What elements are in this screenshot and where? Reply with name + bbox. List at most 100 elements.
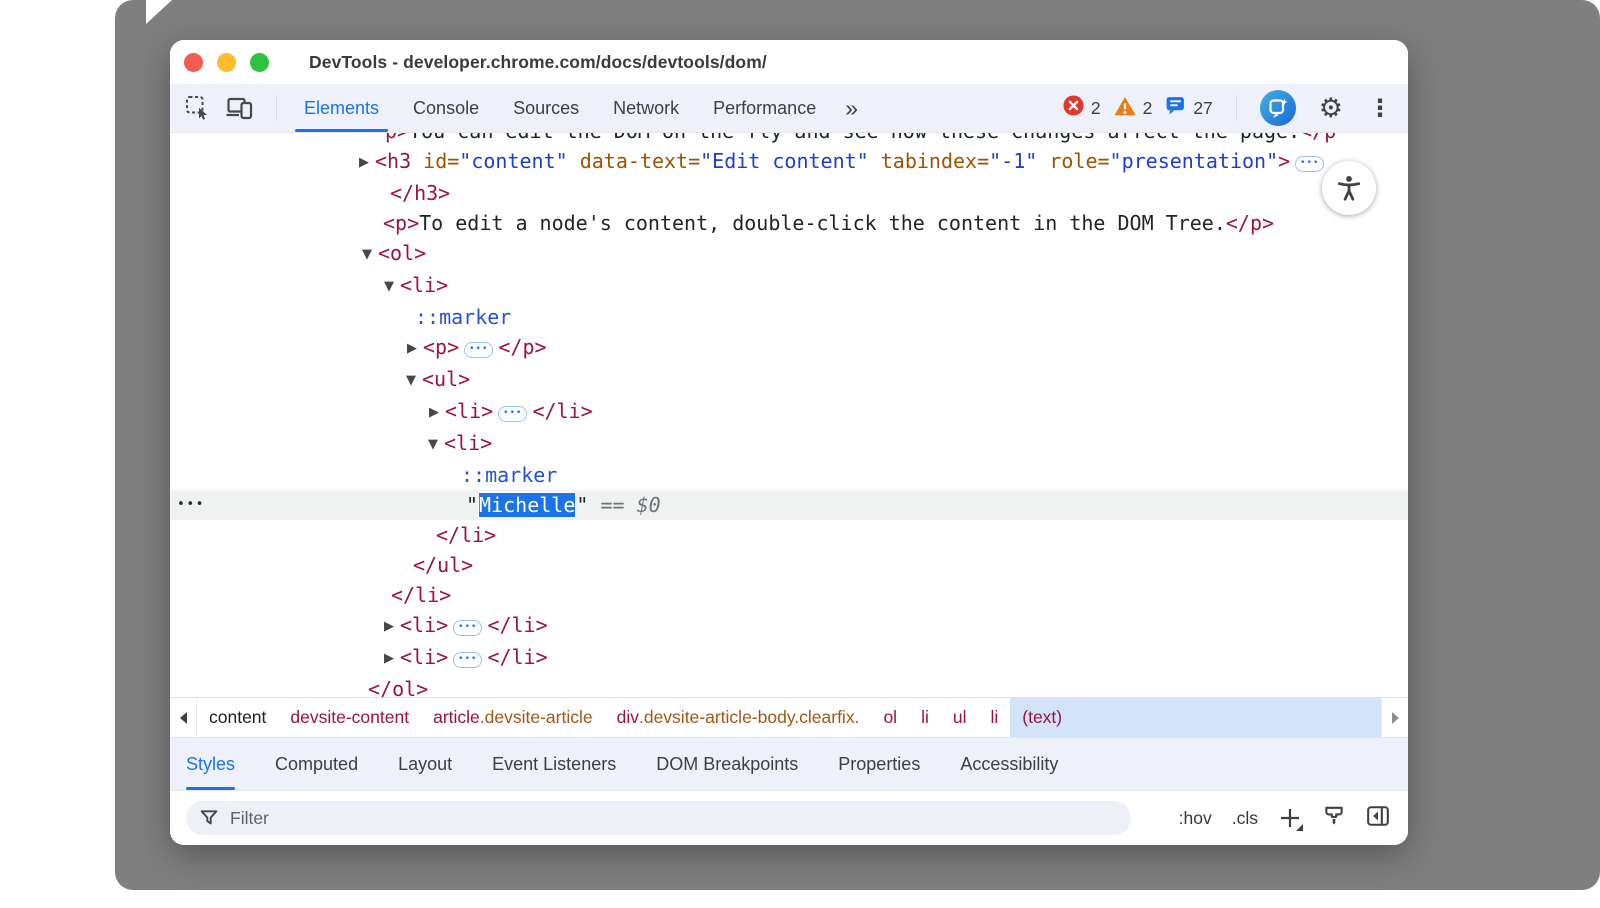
tab-elements[interactable]: Elements [287, 84, 396, 132]
dom-tree-row[interactable]: ▼<ol> [170, 238, 1408, 270]
crumb-part: div [617, 707, 639, 728]
filter-input[interactable] [228, 807, 1131, 830]
styles-filter-bar: :hov .cls [170, 790, 1408, 845]
sidebar-tab-layout[interactable]: Layout [398, 738, 452, 790]
inline-expand-ellipsis-icon[interactable]: ••• [453, 652, 482, 668]
dom-tree-row-content: ▼<li> [170, 428, 1408, 460]
warning-count[interactable]: 2 [1143, 98, 1153, 119]
breadcrumb-item[interactable]: div.devsite-article-body.clearfix. [605, 698, 872, 737]
sidebar-tab-event-listeners[interactable]: Event Listeners [492, 738, 616, 790]
dom-tree-row[interactable]: </h3> [170, 178, 1408, 208]
disclosure-arrow-icon[interactable]: ▶ [384, 644, 400, 674]
error-icon[interactable] [1063, 95, 1084, 121]
inline-expand-ellipsis-icon[interactable]: ••• [498, 406, 527, 422]
code-segment: <li> [444, 431, 492, 455]
code-segment: </p> [1226, 211, 1274, 235]
inspect-element-icon[interactable] [182, 91, 214, 125]
title-bar: DevTools - developer.chrome.com/docs/dev… [170, 40, 1408, 84]
row-overflow-dots-icon[interactable]: ••• [177, 490, 205, 520]
dom-tree-row[interactable]: p>You can edit the DOM on the fly and se… [170, 133, 1408, 146]
dom-tree-row[interactable]: ▼<li> [170, 270, 1408, 302]
close-window-button[interactable] [184, 53, 203, 72]
dom-tree-row[interactable]: </li> [170, 580, 1408, 610]
breadcrumb-item[interactable]: li [978, 698, 1010, 737]
disclosure-arrow-icon[interactable]: ▶ [429, 398, 445, 428]
dom-tree-row-content: </h3> [170, 178, 1408, 208]
rendering-brush-icon[interactable] [1322, 804, 1346, 833]
dom-tree-row[interactable]: ::marker [170, 302, 1408, 332]
accessibility-widget-button[interactable] [1322, 161, 1376, 215]
dom-tree-row[interactable]: ▶<li>•••</li> [170, 396, 1408, 428]
dom-tree-row[interactable]: ::marker [170, 460, 1408, 490]
breadcrumb-item[interactable]: (text) [1010, 698, 1381, 737]
element-classes-button[interactable]: .cls [1232, 808, 1258, 829]
disclosure-arrow-icon[interactable]: ▼ [362, 240, 378, 270]
tab-performance[interactable]: Performance [696, 84, 833, 132]
code-segment: ::marker [461, 463, 557, 487]
code-segment: <h3 [375, 149, 411, 173]
dom-tree-row[interactable]: </ol> [170, 674, 1408, 697]
sidebar-tab-properties[interactable]: Properties [838, 738, 920, 790]
disclosure-arrow-icon[interactable]: ▼ [406, 366, 422, 396]
filter-field[interactable] [186, 801, 1131, 835]
kebab-menu-icon[interactable]: ⋮ [1368, 94, 1392, 122]
dom-tree-row[interactable]: ▶<p>•••</p> [170, 332, 1408, 364]
issues-count[interactable]: 27 [1193, 98, 1212, 119]
sidebar-tab-styles[interactable]: Styles [186, 738, 235, 790]
dom-tree-row-content: ▶<li>•••</li> [170, 396, 1408, 428]
maximize-window-button[interactable] [250, 53, 269, 72]
text-edit-box[interactable]: Michelle [478, 491, 576, 519]
sidebar-tab-accessibility[interactable]: Accessibility [960, 738, 1058, 790]
dom-tree-row[interactable]: ▶<li>•••</li> [170, 610, 1408, 642]
dom-tree-row[interactable]: </li> [170, 520, 1408, 550]
device-toolbar-icon[interactable] [224, 91, 256, 125]
minimize-window-button[interactable] [217, 53, 236, 72]
tab-console[interactable]: Console [396, 84, 496, 132]
disclosure-arrow-icon[interactable]: ▶ [384, 612, 400, 642]
ai-assistance-icon[interactable] [1260, 90, 1296, 126]
breadcrumb-scroll-right-button[interactable] [1381, 698, 1408, 737]
disclosure-arrow-icon[interactable]: ▶ [359, 148, 375, 178]
breadcrumb-item[interactable]: li [909, 698, 941, 737]
dom-tree-row[interactable]: ▼<ul> [170, 364, 1408, 396]
breadcrumb-item[interactable]: article.devsite-article [421, 698, 605, 737]
dom-tree-row[interactable]: ▶<h3 id="content" data-text="Edit conten… [170, 146, 1408, 178]
dom-tree-row-content: </ul> [170, 550, 1408, 580]
crumb-part: ol [883, 707, 897, 728]
breadcrumb-scroll-left-button[interactable] [170, 698, 197, 737]
error-count[interactable]: 2 [1091, 98, 1101, 119]
code-segment: <li> [400, 645, 448, 669]
dom-tree-row[interactable]: •••"Michelle" == $0 [170, 490, 1408, 520]
selected-text: Michelle [479, 493, 575, 517]
dom-tree-row-content: ▼<ol> [170, 238, 1408, 270]
breadcrumb-item[interactable]: ol [871, 698, 909, 737]
disclosure-arrow-icon[interactable]: ▼ [384, 272, 400, 302]
warning-icon[interactable] [1114, 96, 1136, 121]
sidebar-tab-computed[interactable]: Computed [275, 738, 358, 790]
dom-tree-row-content: "Michelle" == $0 [170, 490, 1408, 520]
dom-tree-row[interactable]: <p>To edit a node's content, double-clic… [170, 208, 1408, 238]
sidebar-tab-dom-breakpoints[interactable]: DOM Breakpoints [656, 738, 798, 790]
settings-gear-icon[interactable]: ⚙ [1319, 95, 1343, 122]
dom-tree-row[interactable]: </ul> [170, 550, 1408, 580]
toggle-sidebar-icon[interactable] [1366, 804, 1390, 833]
inline-expand-ellipsis-icon[interactable]: ••• [453, 620, 482, 636]
dom-tree-row[interactable]: ▶<li>•••</li> [170, 642, 1408, 674]
breadcrumb-item[interactable]: ul [941, 698, 979, 737]
inline-expand-ellipsis-icon[interactable]: ••• [464, 342, 493, 358]
panel-tabs: ElementsConsoleSourcesNetworkPerformance [287, 84, 833, 132]
more-tabs-button[interactable]: » [833, 95, 867, 122]
toggle-element-state-button[interactable]: :hov [1179, 808, 1212, 829]
corner-triangle-icon [1296, 824, 1303, 831]
issues-icon[interactable] [1165, 96, 1186, 120]
inline-expand-ellipsis-icon[interactable]: ••• [1295, 156, 1324, 172]
breadcrumb-item[interactable]: content [197, 698, 278, 737]
crumb-part: (text) [1022, 707, 1062, 728]
tab-network[interactable]: Network [596, 84, 696, 132]
disclosure-arrow-icon[interactable]: ▼ [428, 430, 444, 460]
breadcrumb-item[interactable]: devsite-content [278, 698, 421, 737]
disclosure-arrow-icon[interactable]: ▶ [407, 334, 423, 364]
tab-sources[interactable]: Sources [496, 84, 596, 132]
new-style-rule-button[interactable] [1278, 806, 1302, 830]
dom-tree-row[interactable]: ▼<li> [170, 428, 1408, 460]
